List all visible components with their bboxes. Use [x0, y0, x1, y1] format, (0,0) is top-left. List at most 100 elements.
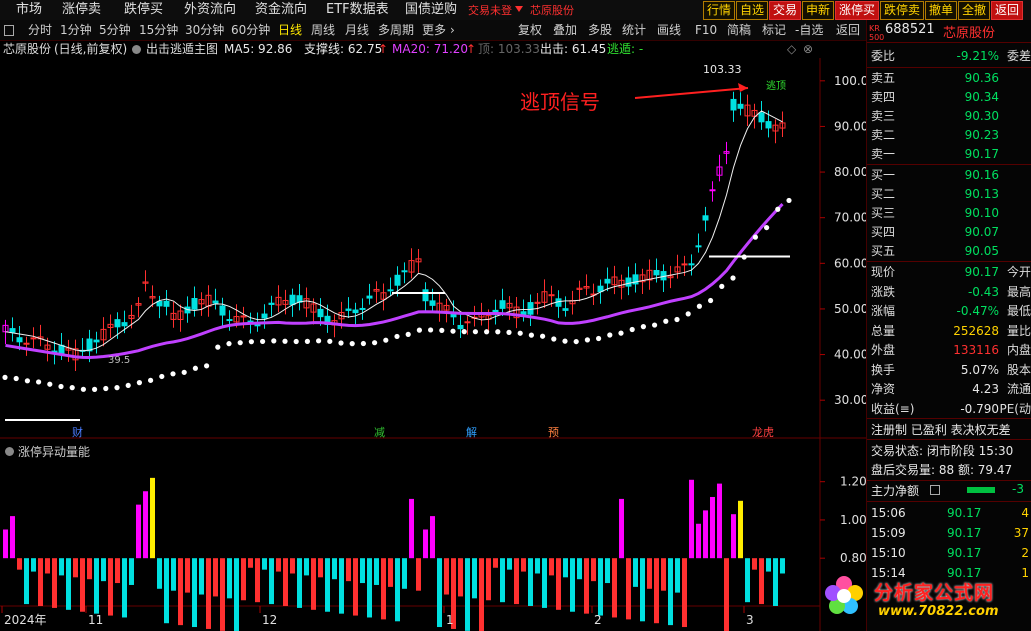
- tab-daily[interactable]: 日线: [278, 22, 302, 38]
- volume-bar: [192, 558, 197, 628]
- volume-bar: [549, 558, 554, 576]
- arrow-up-icon: ↑: [378, 42, 389, 56]
- volume-bar: [367, 558, 372, 618]
- tool-overlay[interactable]: 叠加: [553, 22, 577, 38]
- support-dot: [282, 338, 288, 344]
- volume-bar: [297, 558, 302, 608]
- menu-foreign-flow[interactable]: 外资流向: [184, 1, 236, 19]
- chevron-right-icon[interactable]: ›: [450, 22, 455, 38]
- support-dot: [786, 197, 792, 204]
- volume-bar: [563, 558, 568, 578]
- tab-1min[interactable]: 1分钟: [60, 22, 92, 38]
- tab-30min[interactable]: 30分钟: [185, 22, 224, 38]
- volume-bar: [479, 558, 484, 631]
- tool-back[interactable]: 返回: [836, 22, 860, 38]
- tab-more[interactable]: 更多: [422, 22, 446, 38]
- volume-bar: [199, 558, 204, 595]
- menu-limit-up-sell[interactable]: 涨停卖: [62, 1, 101, 19]
- support-dot: [327, 338, 333, 344]
- indicator-support: 支撑线: 62.75: [304, 42, 383, 56]
- close-icon[interactable]: ⊗: [803, 42, 813, 57]
- volume-bar: [668, 558, 673, 626]
- expand-icon[interactable]: [930, 485, 940, 495]
- candle-body: [352, 309, 359, 314]
- btn-limit-down-sell[interactable]: 跌停卖: [880, 1, 925, 20]
- tab-weekly[interactable]: 周线: [311, 22, 335, 38]
- stat-row: 涨幅 -0.47% 最低: [871, 304, 1031, 318]
- tool-mark[interactable]: 标记: [762, 22, 786, 38]
- btn-new-ipo[interactable]: 申新: [802, 1, 835, 20]
- tool-f10[interactable]: F10: [695, 22, 717, 38]
- settings-icon[interactable]: [5, 447, 14, 456]
- tool-add-watchlist[interactable]: -自选: [795, 22, 823, 38]
- diamond-icon[interactable]: ◇: [787, 42, 796, 57]
- menu-capital-flow[interactable]: 资金流向: [255, 1, 307, 19]
- sub-y-tick-label: 1.00: [840, 513, 866, 527]
- btn-back[interactable]: 返回: [991, 1, 1024, 20]
- tab-60min[interactable]: 60分钟: [231, 22, 270, 38]
- stat-row: 现价 90.17 今开: [871, 265, 1031, 279]
- tool-stats[interactable]: 统计: [622, 22, 646, 38]
- tab-intraday[interactable]: 分时: [28, 22, 52, 38]
- menu-reverse-repo[interactable]: 国债逆购: [405, 1, 457, 19]
- volume-bar: [346, 558, 351, 582]
- x-axis-label: 2024年: [4, 613, 47, 627]
- x-axis-label: 1: [446, 613, 454, 627]
- volume-bar: [409, 498, 414, 559]
- volume-bar: [591, 558, 596, 582]
- candle-body: [387, 289, 394, 292]
- volume-bar: [444, 558, 449, 595]
- menu-limit-down-buy[interactable]: 跌停买: [124, 1, 163, 19]
- stock-name: 芯原股份: [943, 26, 996, 41]
- candle-body: [422, 289, 429, 302]
- candle-body: [758, 112, 765, 123]
- support-dot: [495, 329, 501, 335]
- tab-5min[interactable]: 5分钟: [99, 22, 131, 38]
- tab-15min[interactable]: 15分钟: [139, 22, 178, 38]
- ma20-line: [5, 203, 784, 359]
- menu-etf-table[interactable]: ETF数据表: [326, 1, 389, 19]
- volume-bar: [619, 498, 624, 559]
- candle-body: [219, 305, 226, 316]
- candle-body: [261, 313, 268, 319]
- candle-body: [765, 121, 772, 129]
- tool-multi-stock[interactable]: 多股: [588, 22, 612, 38]
- volume-bar: [227, 558, 232, 599]
- volume-bar: [605, 558, 610, 584]
- top-signal-label: 逃顶: [766, 81, 786, 92]
- tool-draw-line[interactable]: 画线: [657, 22, 681, 38]
- volume-bar: [255, 558, 260, 603]
- net-flow-dash: -3: [1012, 482, 1024, 496]
- btn-cancel-all[interactable]: 全撤: [958, 1, 991, 20]
- settings-icon[interactable]: [132, 45, 141, 54]
- panel-toggle-icon[interactable]: [4, 25, 14, 36]
- sub-chart-title: 涨停异动量能: [5, 443, 90, 460]
- btn-cancel[interactable]: 撤单: [925, 1, 958, 20]
- listing-info: 注册制 已盈利 表决权无差: [871, 423, 1011, 437]
- tool-brief[interactable]: 简稿: [727, 22, 751, 38]
- y-tick-label: 50.00: [834, 302, 866, 316]
- tab-monthly[interactable]: 月线: [345, 22, 369, 38]
- support-dot: [226, 341, 232, 347]
- menu-market[interactable]: 市场: [16, 1, 42, 19]
- support-dot: [383, 337, 389, 343]
- btn-quote[interactable]: 行情: [703, 1, 736, 20]
- tab-multi-period[interactable]: 多周期: [378, 22, 414, 38]
- volume-bar: [108, 558, 113, 616]
- candle-body: [366, 295, 373, 299]
- support-dot: [663, 318, 669, 324]
- volume-bar: [374, 558, 379, 585]
- indicator-formula[interactable]: 出击逃遁主图: [146, 42, 218, 57]
- kline-chart[interactable]: 100.0 90.00 80.00 70.00 60.00 50.00 40.00 30.00…: [0, 58, 866, 631]
- btn-limit-up-buy[interactable]: 涨停买: [835, 1, 880, 20]
- btn-trade[interactable]: 交易: [769, 1, 802, 20]
- candle-body: [604, 278, 611, 284]
- tool-adjust[interactable]: 复权: [518, 22, 542, 38]
- btn-watchlist[interactable]: 自选: [736, 1, 769, 20]
- indicator-stock-name: 芯原股份: [3, 42, 52, 56]
- volume-bar: [556, 558, 561, 610]
- x-axis-label: 2: [594, 613, 602, 627]
- tick-row: 15:06 90.17 4: [871, 506, 1029, 520]
- volume-bar: [325, 558, 330, 612]
- chevron-down-icon[interactable]: [515, 6, 523, 12]
